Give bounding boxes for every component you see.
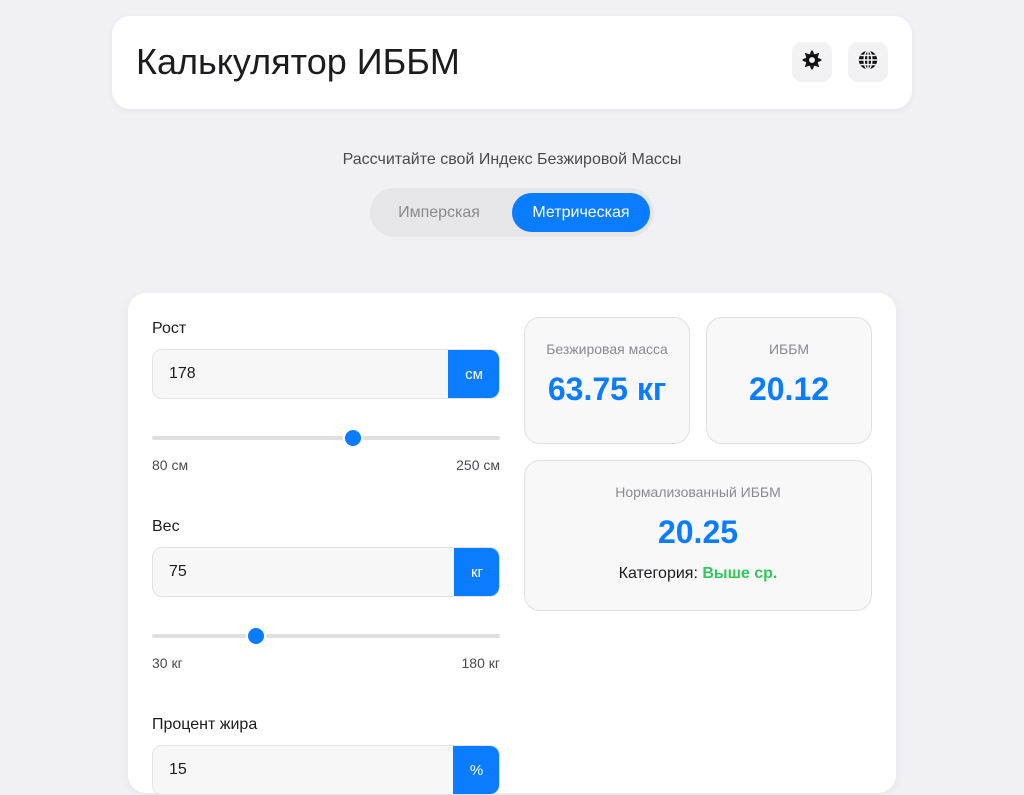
page-title: Калькулятор ИББМ bbox=[136, 41, 460, 82]
normalized-ffmi-result: Нормализованный ИББМ 20.25 Категория: Вы… bbox=[524, 460, 872, 611]
weight-input[interactable]: 75 bbox=[169, 563, 187, 581]
sun-gear-icon bbox=[801, 49, 823, 76]
height-slider[interactable] bbox=[152, 430, 500, 446]
language-button[interactable] bbox=[848, 42, 888, 82]
weight-label: Вес bbox=[152, 518, 180, 535]
theme-toggle-button[interactable] bbox=[792, 42, 832, 82]
bodyfat-label: Процент жира bbox=[152, 716, 258, 733]
lean-mass-value: 63.75 кг bbox=[547, 371, 667, 407]
weight-max-label: 180 кг bbox=[461, 655, 500, 671]
bodyfat-input-group: 15 % bbox=[152, 745, 500, 795]
weight-input-group: 75 кг bbox=[152, 547, 500, 597]
height-input-group: 178 см bbox=[152, 349, 500, 399]
calculator-card: Рост 178 см 80 см 250 см Вес 75 кг 30 кг… bbox=[128, 293, 896, 795]
ffmi-label: ИББМ bbox=[768, 341, 810, 357]
normalized-ffmi-label: Нормализованный ИББМ bbox=[615, 484, 781, 500]
category-label: Категория: bbox=[618, 565, 698, 582]
lean-mass-result: Безжировая масса 63.75 кг bbox=[524, 317, 690, 444]
normalized-ffmi-value: 20.25 bbox=[657, 514, 739, 550]
weight-slider[interactable] bbox=[152, 628, 500, 644]
height-label: Рост bbox=[152, 320, 187, 337]
ffmi-result: ИББМ 20.12 bbox=[706, 317, 872, 444]
globe-icon bbox=[857, 49, 879, 76]
app-header: Калькулятор ИББМ bbox=[112, 16, 912, 109]
lean-mass-label: Безжировая масса bbox=[546, 341, 668, 357]
bodyfat-input[interactable]: 15 bbox=[169, 761, 187, 779]
metric-option[interactable]: Метрическая bbox=[512, 193, 650, 232]
ffmi-value: 20.12 bbox=[748, 371, 830, 407]
height-input[interactable]: 178 bbox=[169, 365, 196, 383]
weight-slider-thumb[interactable] bbox=[248, 628, 265, 644]
category-value: Выше ср. bbox=[702, 565, 778, 582]
weight-slider-track bbox=[152, 634, 500, 638]
weight-unit: кг bbox=[454, 548, 499, 596]
category-line: Категория: Выше ср. bbox=[525, 565, 871, 583]
height-slider-thumb[interactable] bbox=[344, 430, 361, 446]
height-min-label: 80 см bbox=[152, 457, 189, 473]
subtitle: Рассчитайте свой Индекс Безжировой Массы bbox=[342, 151, 682, 168]
bodyfat-unit: % bbox=[453, 746, 499, 794]
units-toggle: Имперская Метрическая bbox=[370, 188, 654, 237]
height-slider-track bbox=[152, 436, 500, 440]
height-unit: см bbox=[448, 350, 499, 398]
imperial-option[interactable]: Имперская bbox=[378, 193, 500, 232]
weight-min-label: 30 кг bbox=[152, 655, 183, 671]
height-max-label: 250 см bbox=[456, 457, 500, 473]
